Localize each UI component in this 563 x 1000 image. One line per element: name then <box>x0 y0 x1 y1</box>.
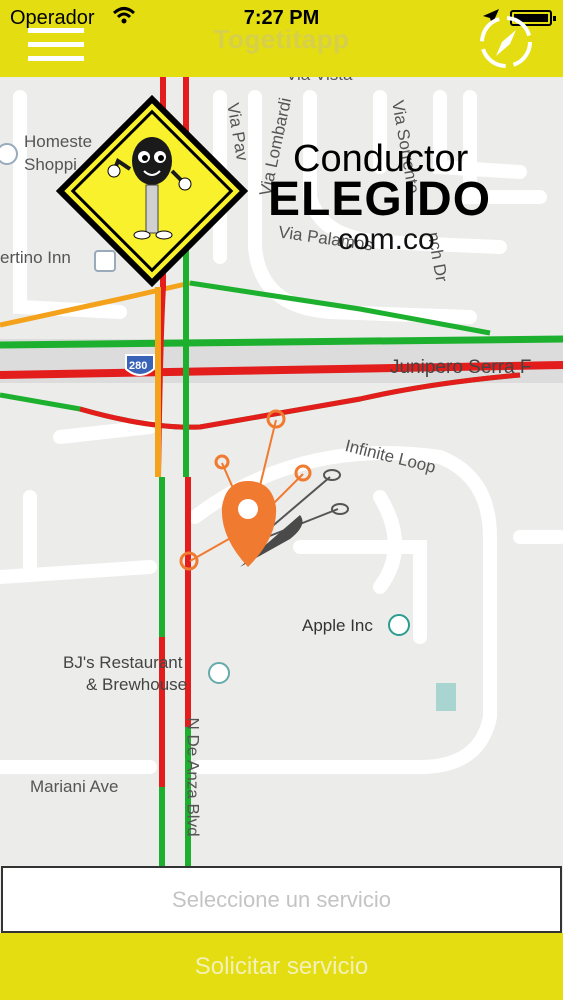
map-label-junipero: Junipero Serra F <box>390 357 532 378</box>
service-selector-placeholder: Seleccione un servicio <box>172 886 391 912</box>
map-label-highway-280: 280 <box>129 360 148 372</box>
hotel-icon[interactable] <box>94 250 116 272</box>
restaurant-icon[interactable] <box>208 662 230 684</box>
service-selector[interactable]: Seleccione un servicio <box>1 866 562 933</box>
map-label-via-vista: Via Vista <box>286 77 352 85</box>
map-label-brewhouse: & Brewhouse <box>86 675 188 694</box>
map-label-bjs: BJ's Restaurant <box>63 653 183 672</box>
map-label-cupertino-inn: ertino Inn <box>0 248 71 267</box>
map-label-apple: Apple Inc <box>302 616 373 635</box>
request-service-button[interactable]: Solicitar servicio <box>0 933 563 1000</box>
navigation-bar: Operador 7:27 PM Togetitapp <box>0 0 563 77</box>
compass-icon[interactable] <box>476 12 536 72</box>
apple-poi-icon[interactable] <box>388 614 410 636</box>
brand-elegido-text: ELEGIDO <box>268 173 492 226</box>
brand-domain-text: com.co <box>338 223 435 256</box>
map-view[interactable]: Homeste Shoppi ertino Inn Via Palamos Vi… <box>0 77 563 867</box>
map-label-homestead: Homeste <box>24 132 93 151</box>
map-label-mariani: Mariani Ave <box>30 777 119 796</box>
map-label-shopping: Shoppi <box>24 155 77 174</box>
request-service-label: Solicitar servicio <box>194 952 369 980</box>
map-label-de-anza: N De Anza Blvd <box>183 717 203 837</box>
